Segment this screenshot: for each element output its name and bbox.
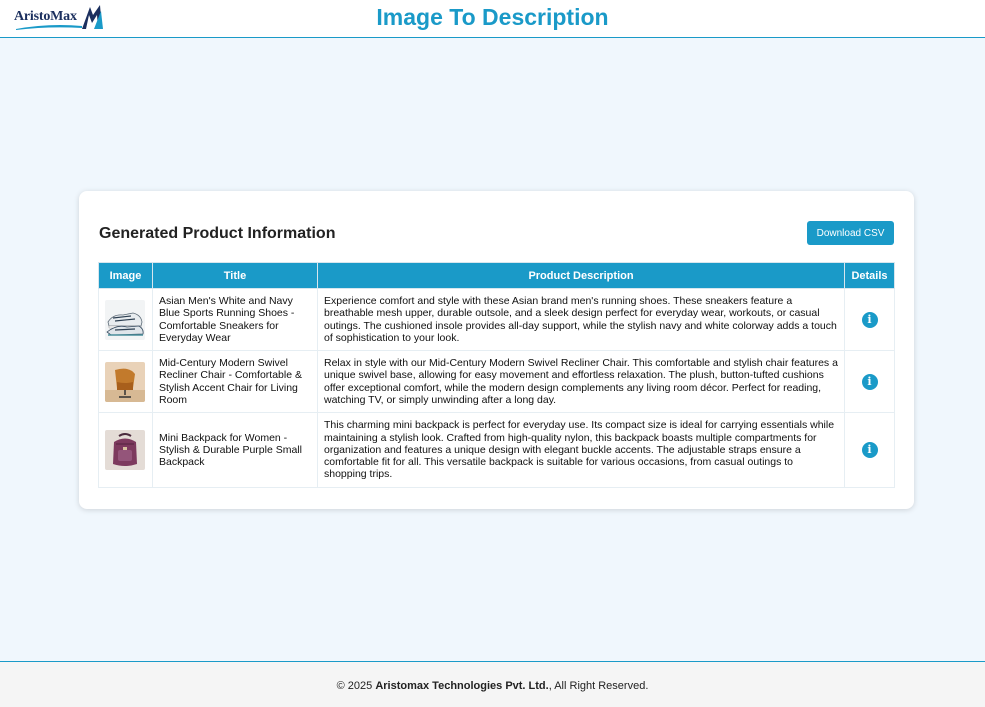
download-csv-button[interactable]: Download CSV — [807, 221, 894, 245]
column-header-details: Details — [844, 262, 895, 289]
info-icon[interactable]: i — [861, 442, 878, 458]
table-row: Mini Backpack for Women - Stylish & Dura… — [98, 412, 895, 488]
app-header: AristoMax Image To Description — [0, 0, 985, 38]
page-footer: © 2025 Aristomax Technologies Pvt. Ltd.,… — [0, 661, 985, 707]
product-info-card: Generated Product Information Download C… — [79, 191, 914, 509]
image-cell — [98, 288, 153, 351]
details-cell: i — [844, 412, 895, 488]
description-cell: This charming mini backpack is perfect f… — [317, 412, 845, 488]
info-icon[interactable]: i — [861, 311, 878, 328]
table-header-row: Image Title Product Description Details — [98, 262, 895, 289]
column-header-image: Image — [98, 262, 153, 289]
title-cell: Mid-Century Modern Swivel Recliner Chair… — [152, 350, 318, 413]
image-cell — [98, 412, 153, 488]
footer-rights: , All Right Reserved. — [548, 680, 649, 692]
column-header-description: Product Description — [317, 262, 845, 289]
footer-copyright: © 2025 — [336, 680, 376, 692]
title-cell: Asian Men's White and Navy Blue Sports R… — [152, 288, 318, 351]
sneaker-image — [105, 299, 145, 340]
description-cell: Relax in style with our Mid-Century Mode… — [317, 350, 845, 413]
image-cell — [98, 350, 153, 413]
title-cell: Mini Backpack for Women - Stylish & Dura… — [152, 412, 318, 488]
footer-company: Aristomax Technologies Pvt. Ltd. — [375, 680, 549, 692]
description-cell: Experience comfort and style with these … — [317, 288, 845, 351]
backpack-image — [105, 430, 145, 470]
product-table: Image Title Product Description Details — [98, 262, 895, 488]
chair-image — [105, 361, 145, 402]
details-cell: i — [844, 288, 895, 351]
card-title: Generated Product Information — [99, 225, 336, 242]
table-row: Mid-Century Modern Swivel Recliner Chair… — [98, 350, 895, 413]
page-title: Image To Description — [376, 4, 609, 30]
column-header-title: Title — [152, 262, 318, 289]
table-row: Asian Men's White and Navy Blue Sports R… — [98, 288, 895, 351]
details-cell: i — [844, 350, 895, 413]
info-icon[interactable]: i — [861, 373, 878, 390]
